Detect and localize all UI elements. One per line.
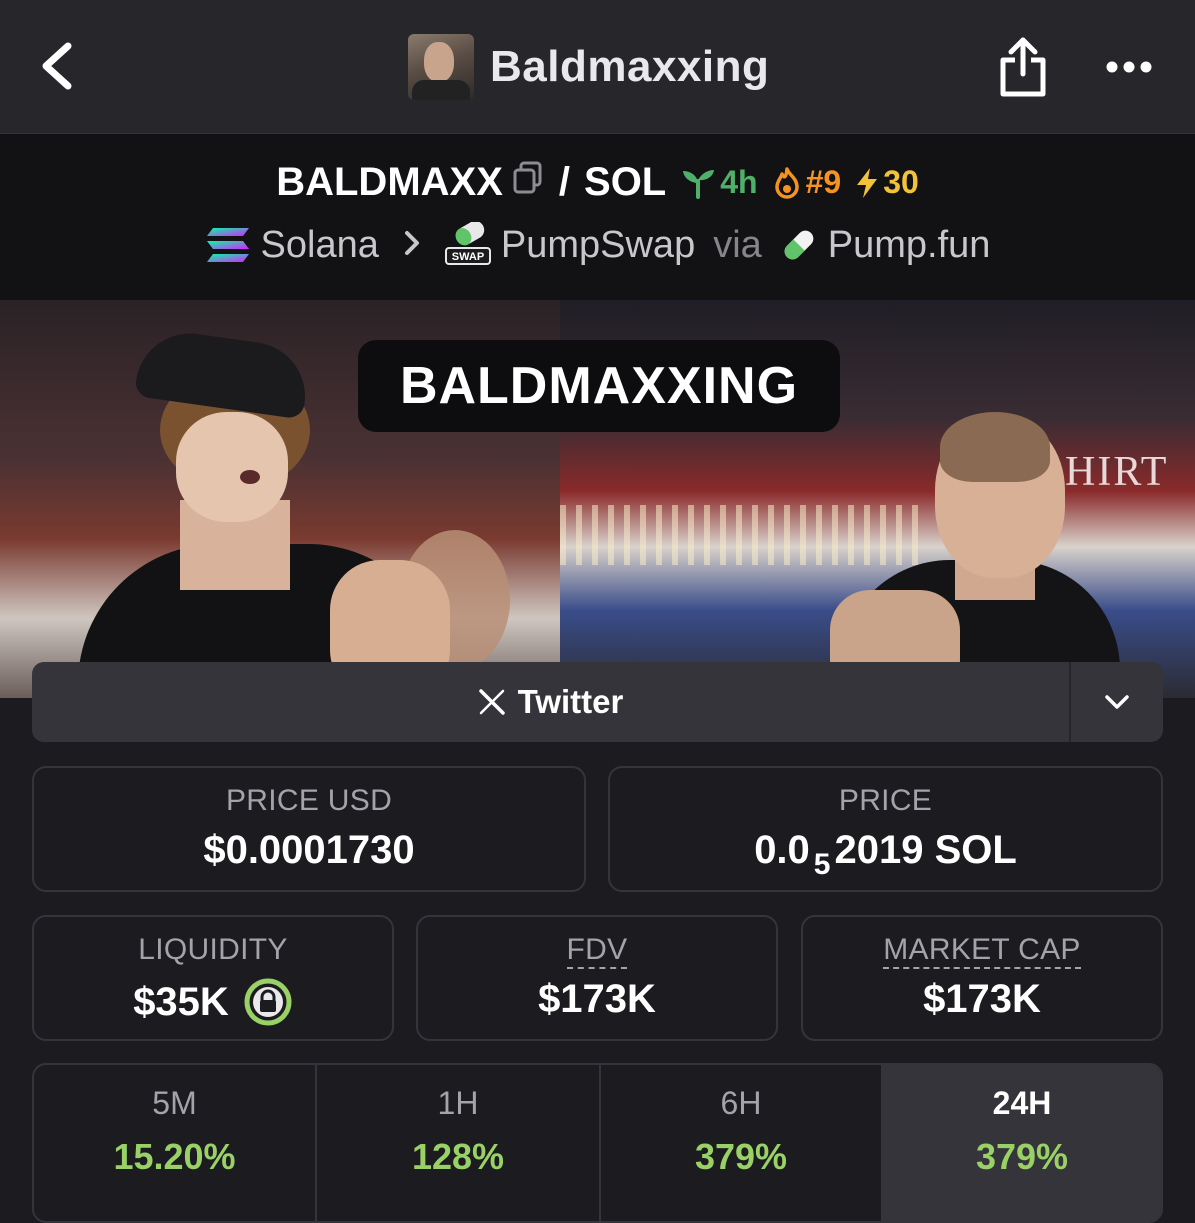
flame-icon — [774, 166, 799, 199]
price-native-value: 0.0 5 2019 SOL — [610, 828, 1161, 881]
pair-title-row: BALDMAXX / SOL 4h #9 30 — [0, 160, 1195, 205]
seedling-icon — [683, 169, 715, 199]
fdv-label[interactable]: FDV — [566, 933, 628, 969]
boost-badge[interactable]: 30 — [855, 164, 919, 201]
tab-6h-label: 6H — [720, 1085, 762, 1121]
chevron-down-icon — [1105, 695, 1129, 709]
pair-age-badge: 4h — [680, 164, 758, 201]
tab-1h[interactable]: 1H 128% — [315, 1065, 599, 1221]
fdv-card: FDV $173K — [416, 915, 778, 1041]
launchpad-name: Pump.fun — [827, 223, 991, 266]
price-native-digits: 2019 SOL — [834, 828, 1017, 872]
socials-dropdown-button[interactable] — [1069, 662, 1163, 742]
dex-link-pumpswap[interactable]: SWAP PumpSwap — [444, 222, 696, 268]
chain-name: Solana — [260, 223, 379, 266]
banner-caption: BALDMAXXING — [358, 340, 840, 432]
tab-1h-change: 128% — [411, 1136, 505, 1177]
tab-5m[interactable]: 5M 15.20% — [34, 1065, 315, 1221]
pumpswap-logo-icon: SWAP — [444, 222, 491, 265]
price-native-card: PRICE 0.0 5 2019 SOL — [608, 766, 1163, 892]
ellipsis-icon — [1106, 61, 1152, 73]
top-nav-bar: Baldmaxxing — [0, 0, 1195, 134]
pair-age-text: 4h — [720, 164, 758, 200]
more-options-button[interactable] — [1104, 55, 1154, 79]
x-logo-icon — [478, 689, 505, 715]
market-cap-value: $173K — [923, 977, 1041, 1021]
price-usd-label: PRICE USD — [225, 784, 393, 817]
chain-breadcrumb: Solana SWAP PumpSwap via Pump.fun — [0, 222, 1195, 268]
token-title-group: Baldmaxxing — [408, 34, 769, 100]
token-banner-image: HIRT BALDMAXXING — [0, 300, 1195, 698]
liquidity-label: LIQUIDITY — [138, 933, 288, 966]
via-label: via — [713, 223, 762, 266]
fdv-value: $173K — [538, 977, 656, 1021]
trending-rank-text: #9 — [805, 164, 842, 200]
price-native-prefix: 0.0 — [754, 828, 810, 872]
pair-separator: / — [558, 160, 571, 204]
liquidity-value-row: $35K — [34, 977, 392, 1027]
socials-bar: Twitter — [32, 662, 1163, 742]
back-button[interactable] — [36, 40, 80, 92]
boost-count-text: 30 — [883, 164, 919, 200]
tab-24h-change: 379% — [975, 1136, 1069, 1177]
dex-name: PumpSwap — [500, 223, 696, 266]
market-cap-label[interactable]: MARKET CAP — [883, 933, 1081, 969]
tab-6h[interactable]: 6H 379% — [599, 1065, 881, 1221]
price-usd-value: $0.0001730 — [203, 828, 415, 872]
tab-1h-label: 1H — [437, 1085, 479, 1121]
storefront-sign: HIRT — [1065, 449, 1169, 495]
twitter-label: Twitter — [517, 683, 624, 720]
market-cap-card: MARKET CAP $173K — [801, 915, 1163, 1041]
price-usd-card: PRICE USD $0.0001730 — [32, 766, 586, 892]
tab-6h-change: 379% — [694, 1136, 788, 1177]
price-native-label: PRICE — [838, 784, 933, 817]
liquidity-value: $35K — [133, 979, 229, 1024]
twitter-link-button[interactable]: Twitter — [32, 662, 1069, 742]
quote-token-symbol: SOL — [584, 160, 667, 204]
chevron-left-icon — [42, 42, 72, 90]
share-icon — [1000, 37, 1046, 97]
page-title: Baldmaxxing — [490, 42, 770, 91]
base-token-symbol: BALDMAXX — [276, 160, 503, 204]
share-button[interactable] — [997, 34, 1049, 98]
timeframe-change-tabs: 5M 15.20% 1H 128% 6H 379% 24H 379% — [32, 1063, 1163, 1223]
trending-rank-badge[interactable]: #9 — [772, 164, 842, 201]
chevron-right-icon — [403, 224, 421, 267]
price-native-zero-count: 5 — [813, 847, 831, 881]
tab-24h-label: 24H — [992, 1085, 1052, 1121]
copy-address-button[interactable] — [503, 160, 553, 205]
lightning-bolt-icon — [857, 167, 878, 198]
tab-5m-label: 5M — [152, 1085, 197, 1121]
chain-link-solana[interactable]: Solana — [205, 224, 379, 267]
liquidity-card: LIQUIDITY $35K — [32, 915, 394, 1041]
liquidity-lock-icon[interactable] — [243, 977, 293, 1027]
solana-logo-icon — [206, 228, 249, 262]
pill-icon — [784, 230, 814, 260]
tab-5m-change: 15.20% — [113, 1136, 236, 1177]
copy-icon — [513, 161, 542, 194]
swap-badge-text: SWAP — [452, 251, 484, 263]
token-avatar — [408, 34, 474, 100]
launchpad-link-pumpfun[interactable]: Pump.fun — [780, 223, 991, 267]
tab-24h[interactable]: 24H 379% — [881, 1065, 1161, 1221]
pair-header — [0, 134, 1195, 300]
